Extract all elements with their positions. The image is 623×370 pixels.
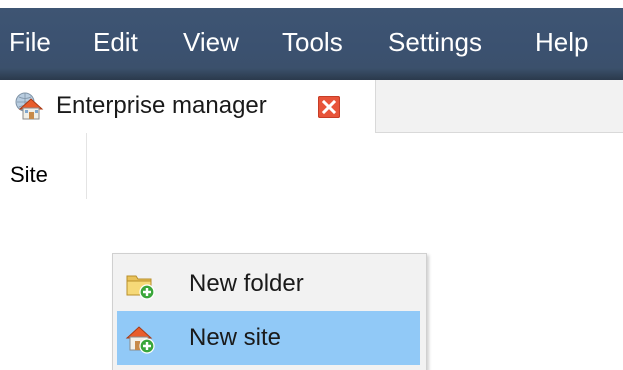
- new-folder-icon: [125, 270, 155, 300]
- column-header-label: Site: [10, 162, 48, 187]
- menu-settings[interactable]: Settings: [388, 26, 482, 58]
- menu-tools[interactable]: Tools: [282, 26, 343, 58]
- tab-label: Enterprise manager: [56, 92, 267, 119]
- menu-edit[interactable]: Edit: [93, 26, 138, 58]
- menu-item-label: New site: [189, 324, 282, 351]
- menu-bar-shadow: [0, 68, 623, 80]
- close-icon[interactable]: [318, 96, 340, 118]
- menu-file[interactable]: File: [9, 26, 51, 58]
- tab-strip: Enterprise manager: [0, 80, 623, 133]
- context-menu: New folder New site: [112, 253, 427, 370]
- tab-enterprise-manager[interactable]: Enterprise manager: [0, 80, 376, 133]
- app-window: File Edit View Tools Settings Help Enter…: [0, 0, 623, 370]
- column-header-site[interactable]: Site: [0, 133, 87, 199]
- enterprise-manager-icon: [14, 91, 44, 121]
- menu-help[interactable]: Help: [535, 26, 588, 58]
- menu-item-label: New folder: [189, 270, 304, 297]
- menu-item-new-folder[interactable]: New folder: [117, 257, 420, 311]
- menu-view[interactable]: View: [183, 26, 239, 58]
- table-header: Site: [0, 133, 623, 199]
- new-site-icon: [125, 324, 155, 354]
- menu-bar: File Edit View Tools Settings Help: [0, 0, 623, 80]
- menu-item-new-site[interactable]: New site: [117, 311, 420, 365]
